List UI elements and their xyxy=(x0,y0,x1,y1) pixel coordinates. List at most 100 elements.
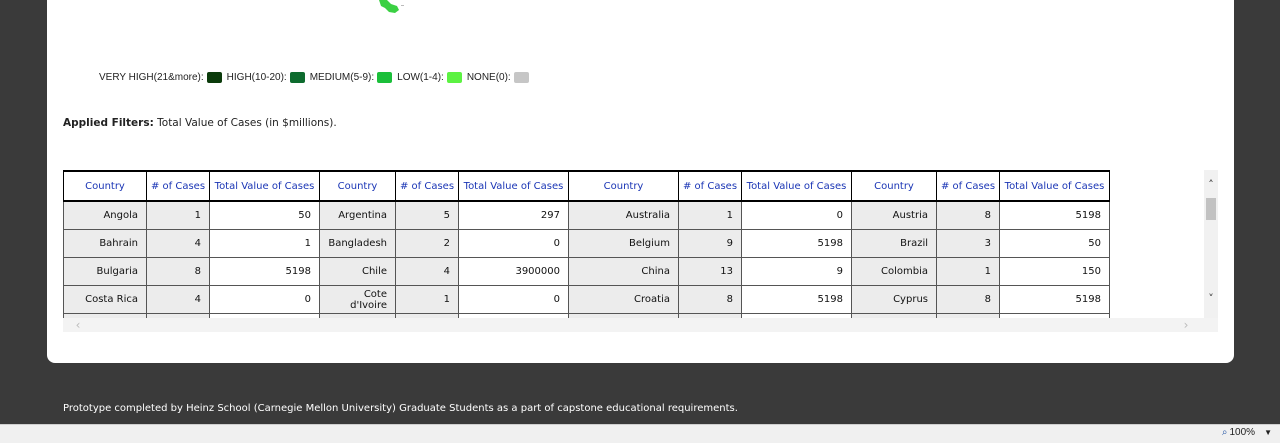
map-fragment xyxy=(379,0,404,13)
table-cell: Angola xyxy=(63,200,147,230)
legend-swatch xyxy=(446,71,462,83)
table-cell: Croatia xyxy=(568,285,679,314)
table-cell: 9 xyxy=(741,257,852,286)
scrollbar-thumb[interactable] xyxy=(1206,198,1216,220)
legend-swatch xyxy=(289,71,305,83)
table-cell: 4 xyxy=(395,257,459,286)
cases-table-container[interactable]: Country # of Cases Total Value of Cases … xyxy=(63,170,1218,332)
legend-swatch xyxy=(377,71,393,83)
zoom-magnifier-icon: ⌕ xyxy=(1221,427,1228,438)
applied-filters: Applied Filters: Total Value of Cases (i… xyxy=(63,117,337,129)
table-cell: 9 xyxy=(678,229,742,258)
column-header[interactable]: Country xyxy=(63,170,147,202)
legend-label: LOW(1-4): xyxy=(397,71,444,83)
table-row: Costa Rica 4 0 Cote d'Ivoire 1 0 Croatia… xyxy=(63,285,1110,314)
table-cell: 0 xyxy=(458,229,569,258)
table-cell: 150 xyxy=(999,257,1110,286)
legend-swatch xyxy=(513,71,529,83)
column-header[interactable]: Total Value of Cases xyxy=(209,170,320,202)
table-cell: 0 xyxy=(741,200,852,230)
column-header[interactable]: # of Cases xyxy=(146,170,210,202)
table-cell: 1 xyxy=(678,200,742,230)
table-cell: 8 xyxy=(936,200,1000,230)
table-cell: Austria xyxy=(851,200,937,230)
table-cell: Australia xyxy=(568,200,679,230)
column-header[interactable]: Total Value of Cases xyxy=(741,170,852,202)
table-cell: Chile xyxy=(319,257,396,286)
legend-item-none: NONE(0): xyxy=(466,71,529,83)
table-cell: 5198 xyxy=(741,285,852,314)
table-row: Bulgaria 8 5198 Chile 4 3900000 China 13… xyxy=(63,257,1110,286)
table-cell: 13 xyxy=(678,257,742,286)
table-cell: 8 xyxy=(678,285,742,314)
table-cell: Cyprus xyxy=(851,285,937,314)
column-header[interactable]: Country xyxy=(568,170,679,202)
table-row: Bahrain 4 1 Bangladesh 2 0 Belgium 9 519… xyxy=(63,229,1110,258)
table-cell: 5198 xyxy=(999,200,1110,230)
table-cell: 1 xyxy=(146,200,210,230)
table-cell: China xyxy=(568,257,679,286)
table-cell: 8 xyxy=(936,285,1000,314)
table-cell: Bulgaria xyxy=(63,257,147,286)
horizontal-scrollbar[interactable]: ‹ › xyxy=(63,318,1218,332)
legend-label: NONE(0): xyxy=(466,71,511,83)
chevron-down-icon[interactable]: ▼ xyxy=(1264,428,1272,437)
table-cell: 3 xyxy=(936,229,1000,258)
table-cell: 2 xyxy=(395,229,459,258)
table-cell: 50 xyxy=(209,200,320,230)
table-cell: 5198 xyxy=(209,257,320,286)
table-cell: 297 xyxy=(458,200,569,230)
column-header[interactable]: Country xyxy=(319,170,396,202)
legend-label: HIGH(10-20): xyxy=(226,71,287,83)
scroll-up-arrow-icon[interactable]: ˄ xyxy=(1204,178,1218,192)
legend-item-low: LOW(1-4): xyxy=(397,71,462,83)
table-cell: 5198 xyxy=(741,229,852,258)
footer-note: Prototype completed by Heinz School (Car… xyxy=(63,403,738,414)
table-cell: 1 xyxy=(395,285,459,314)
zoom-level: 100% xyxy=(1229,427,1256,438)
table-cell: Costa Rica xyxy=(63,285,147,314)
column-header[interactable]: Country xyxy=(851,170,937,202)
applied-filters-label: Applied Filters: xyxy=(63,117,154,129)
column-header[interactable]: # of Cases xyxy=(395,170,459,202)
table-cell: Argentina xyxy=(319,200,396,230)
legend-swatch xyxy=(206,71,222,83)
browser-status-bar: ⌕ 100% ▼ xyxy=(0,424,1280,443)
applied-filters-value: Total Value of Cases (in $millions). xyxy=(157,117,337,129)
table-row: Angola 1 50 Argentina 5 297 Australia 1 … xyxy=(63,200,1110,230)
scroll-down-arrow-icon[interactable]: ˅ xyxy=(1204,292,1218,306)
table-cell: 4 xyxy=(146,285,210,314)
scroll-left-arrow-icon[interactable]: ‹ xyxy=(71,318,85,332)
column-header[interactable]: Total Value of Cases xyxy=(999,170,1110,202)
legend-item-very-high: VERY HIGH(21&more): xyxy=(99,71,222,83)
table-header-row: Country # of Cases Total Value of Cases … xyxy=(63,170,1110,202)
table-cell: Bangladesh xyxy=(319,229,396,258)
table-cell: Belgium xyxy=(568,229,679,258)
content-panel: VERY HIGH(21&more): HIGH(10-20): MEDIUM(… xyxy=(47,0,1234,363)
table-cell: Colombia xyxy=(851,257,937,286)
column-header[interactable]: # of Cases xyxy=(936,170,1000,202)
legend-item-high: HIGH(10-20): xyxy=(226,71,305,83)
legend-item-medium: MEDIUM(5-9): xyxy=(309,71,393,83)
vertical-scrollbar[interactable]: ˄ ˅ xyxy=(1204,170,1218,318)
table-cell: 50 xyxy=(999,229,1110,258)
cases-table: Country # of Cases Total Value of Cases … xyxy=(63,170,1110,332)
legend: VERY HIGH(21&more): HIGH(10-20): MEDIUM(… xyxy=(99,70,534,84)
table-cell: Bahrain xyxy=(63,229,147,258)
legend-label: MEDIUM(5-9): xyxy=(309,71,375,83)
table-cell: 8 xyxy=(146,257,210,286)
zoom-control[interactable]: ⌕ 100% ▼ xyxy=(1222,427,1272,438)
table-cell: 5 xyxy=(395,200,459,230)
table-cell: Cote d'Ivoire xyxy=(319,285,396,314)
table-cell: 5198 xyxy=(999,285,1110,314)
table-cell: Brazil xyxy=(851,229,937,258)
column-header[interactable]: Total Value of Cases xyxy=(458,170,569,202)
table-cell: 0 xyxy=(458,285,569,314)
column-header[interactable]: # of Cases xyxy=(678,170,742,202)
legend-label: VERY HIGH(21&more): xyxy=(99,71,204,83)
table-cell: 3900000 xyxy=(458,257,569,286)
table-cell: 1 xyxy=(936,257,1000,286)
scroll-right-arrow-icon[interactable]: › xyxy=(1179,318,1193,332)
table-cell: 4 xyxy=(146,229,210,258)
table-cell: 0 xyxy=(209,285,320,314)
